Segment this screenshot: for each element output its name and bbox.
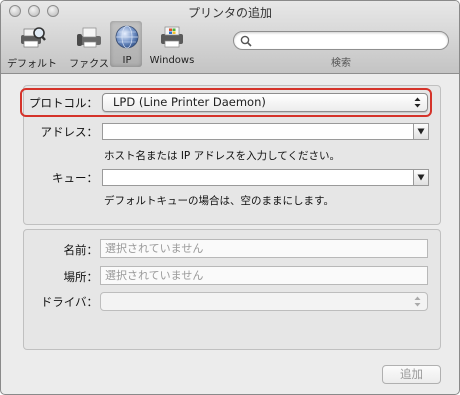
protocol-popup[interactable]: LPD (Line Printer Daemon) xyxy=(102,93,428,112)
toolbar-fax-button[interactable]: ファクス xyxy=(64,25,114,70)
toolbar: プリンタの追加 デフォルト ファクス IP Windows 検索 xyxy=(1,1,459,74)
printer-magnifier-icon xyxy=(21,27,46,48)
up-down-arrows-icon xyxy=(414,97,421,108)
toolbar-fax-label: ファクス xyxy=(69,59,109,70)
connection-panel: プロトコル： LPD (Line Printer Daemon) アドレス： ホ… xyxy=(20,85,441,225)
add-printer-window: プリンタの追加 デフォルト ファクス IP Windows 検索 プロトコル： … xyxy=(0,0,460,395)
queue-hint: デフォルトキューの場合は、空のままにします。 xyxy=(104,195,334,207)
chevron-down-icon xyxy=(417,128,425,135)
protocol-label: プロトコル： xyxy=(29,96,98,110)
address-hint: ホスト名または IP アドレスを入力してください。 xyxy=(104,150,340,162)
driver-popup[interactable] xyxy=(100,292,428,311)
search-input[interactable] xyxy=(254,33,443,49)
window-title: プリンタの追加 xyxy=(187,6,272,20)
address-dropdown-button[interactable] xyxy=(413,124,428,139)
toolbar-ip-label: IP xyxy=(122,55,132,66)
address-label: アドレス： xyxy=(40,125,99,139)
search-icon xyxy=(240,35,252,47)
toolbar-windows-label: Windows xyxy=(149,55,195,66)
queue-label: キュー： xyxy=(52,171,98,185)
windows-printer-icon xyxy=(161,26,183,48)
location-placeholder: 選択されていません xyxy=(105,269,204,282)
name-placeholder: 選択されていません xyxy=(105,242,204,255)
name-label: 名前： xyxy=(63,243,99,257)
toolbar-default-button[interactable]: デフォルト xyxy=(7,25,57,70)
address-combobox[interactable] xyxy=(102,123,429,140)
toolbar-default-label: デフォルト xyxy=(7,59,57,70)
search-field[interactable] xyxy=(233,31,449,50)
add-button[interactable]: 追加 xyxy=(382,365,441,384)
printer-details-panel: 名前： 選択されていません 場所： 選択されていません ドライバ： xyxy=(23,229,441,350)
location-field[interactable]: 選択されていません xyxy=(100,266,428,285)
globe-icon xyxy=(115,25,139,49)
queue-combobox[interactable] xyxy=(102,169,429,186)
queue-dropdown-button[interactable] xyxy=(413,170,428,185)
chevron-down-icon xyxy=(417,174,425,181)
up-down-arrows-icon xyxy=(414,296,421,307)
name-field[interactable]: 選択されていません xyxy=(100,239,428,258)
search-caption: 検索 xyxy=(331,58,351,69)
fax-icon xyxy=(77,27,101,48)
toolbar-windows-button[interactable]: Windows xyxy=(147,25,197,69)
location-label: 場所： xyxy=(63,270,99,284)
toolbar-ip-button[interactable]: IP xyxy=(110,21,142,69)
protocol-value: LPD (Line Printer Daemon) xyxy=(113,95,266,109)
driver-label: ドライバ： xyxy=(40,295,98,309)
